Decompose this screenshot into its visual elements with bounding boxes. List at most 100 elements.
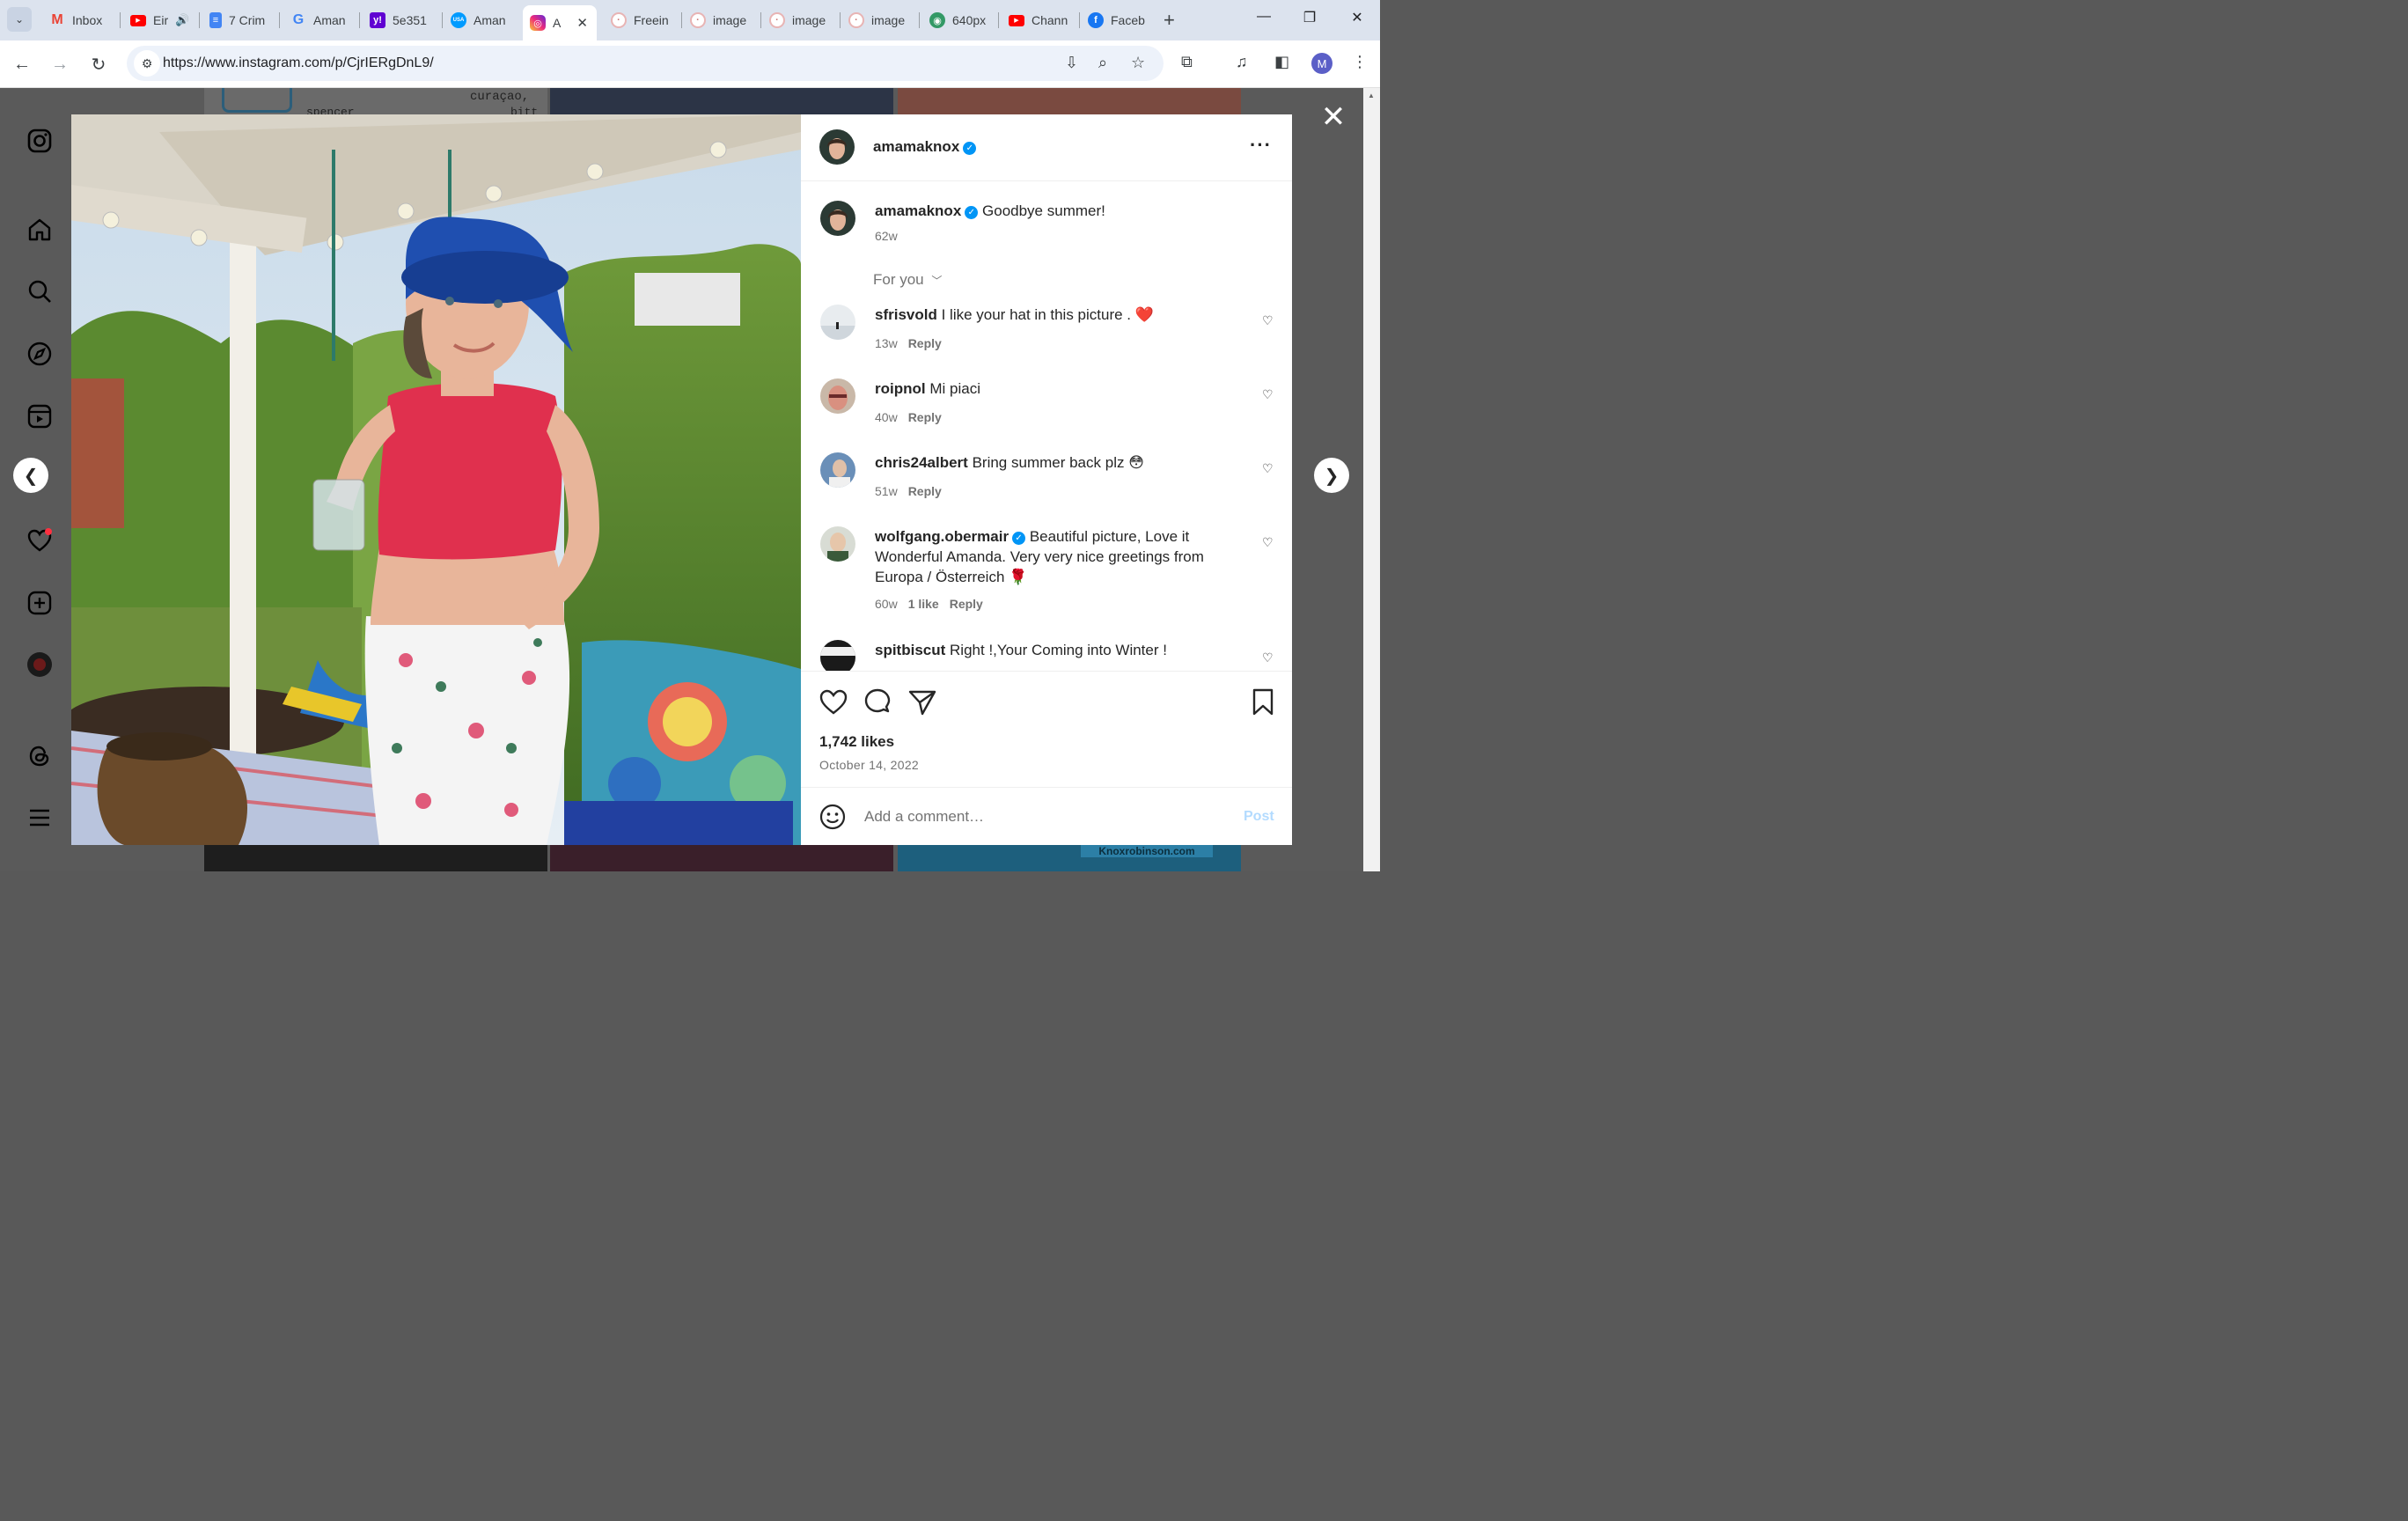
restore-button[interactable]: ❐	[1292, 9, 1327, 26]
tab-yahoo[interactable]: y! 5e351	[363, 5, 438, 35]
comment-bubble-icon[interactable]	[863, 687, 892, 717]
sort-comments-dropdown[interactable]: For you ﹀	[873, 271, 942, 289]
profile-avatar[interactable]: M	[1311, 53, 1332, 74]
previous-post-button[interactable]: ❮	[13, 458, 48, 493]
like-comment-icon[interactable]: ♡	[1262, 387, 1274, 402]
verified-badge-icon: ✓	[965, 206, 979, 219]
reply-button[interactable]: Reply	[950, 597, 983, 611]
emoji-picker-icon[interactable]	[819, 804, 846, 830]
like-comment-icon[interactable]: ♡	[1262, 461, 1274, 476]
commenter-avatar[interactable]	[820, 526, 855, 562]
create-icon[interactable]	[25, 588, 55, 618]
back-button[interactable]: ←	[9, 51, 35, 77]
reload-button[interactable]: ↻	[85, 51, 112, 77]
like-heart-icon[interactable]	[819, 687, 848, 717]
comment-username[interactable]: spitbiscut	[875, 642, 945, 658]
media-control-icon[interactable]: ♫	[1236, 53, 1248, 71]
install-app-icon[interactable]: ⇩	[1065, 54, 1078, 72]
home-icon[interactable]	[25, 215, 55, 245]
forward-button[interactable]: →	[47, 51, 73, 77]
bookmark-star-icon[interactable]: ☆	[1131, 54, 1145, 72]
minimize-button[interactable]: —	[1246, 9, 1281, 25]
save-bookmark-icon[interactable]	[1248, 687, 1278, 717]
more-menu-icon[interactable]	[25, 803, 55, 833]
post-comment-button[interactable]: Post	[1244, 809, 1274, 825]
comment-username[interactable]: chris24albert	[875, 454, 968, 471]
comment-likes[interactable]: 1 like	[908, 597, 939, 611]
share-send-icon[interactable]	[907, 687, 937, 717]
reply-button[interactable]: Reply	[908, 484, 942, 498]
tab-inbox[interactable]: M Inbox	[42, 5, 113, 35]
author-avatar[interactable]	[820, 201, 855, 236]
next-post-button[interactable]: ❯	[1314, 458, 1349, 493]
tab-facebook[interactable]: f Faceb	[1081, 5, 1156, 35]
tab-wikimedia[interactable]: ◉ 640px	[922, 5, 996, 35]
caption-age: 62w	[875, 229, 898, 243]
instagram-logo-icon[interactable]	[25, 126, 55, 156]
commenter-avatar[interactable]	[820, 640, 855, 671]
comment-username[interactable]: wolfgang.obermair	[875, 528, 1009, 545]
notifications-heart-icon[interactable]	[25, 525, 55, 555]
tab-image-3[interactable]: · image	[841, 5, 915, 35]
author-username[interactable]: amamaknox	[873, 138, 959, 155]
author-avatar[interactable]	[819, 129, 855, 165]
url-text[interactable]: https://www.instagram.com/p/CjrIERgDnL9/	[163, 55, 434, 71]
bg-snippet: curaçao,	[470, 90, 530, 104]
like-comment-icon[interactable]: ♡	[1262, 535, 1274, 550]
comment-username[interactable]: roipnol	[875, 380, 926, 397]
youtube-icon: ▶	[1009, 14, 1024, 26]
likes-count[interactable]: 1,742 likes	[819, 733, 894, 751]
like-comment-icon[interactable]: ♡	[1262, 313, 1274, 328]
reels-icon[interactable]	[25, 401, 55, 431]
search-icon[interactable]	[25, 276, 55, 306]
page-scrollbar[interactable]: ▲	[1363, 88, 1380, 871]
tab-freein[interactable]: · Freein	[604, 5, 678, 35]
close-tab-icon[interactable]: ✕	[576, 15, 588, 31]
comment-text: I like your hat in this picture .	[941, 306, 1135, 323]
close-window-button[interactable]: ✕	[1340, 9, 1375, 26]
chevron-down-icon: ﹀	[931, 275, 943, 287]
comment-username[interactable]: sfrisvold	[875, 306, 937, 323]
zoom-icon[interactable]: ⌕	[1098, 54, 1107, 72]
browser-toolbar: ← → ↻ ⚙ https://www.instagram.com/p/CjrI…	[0, 40, 1380, 88]
instagram-icon: ◎	[530, 15, 546, 31]
comment-item: roipnol Mi piaci 40w Reply ♡	[820, 378, 1278, 431]
comment-emoji: 😳	[1128, 454, 1144, 471]
tab-youtube-2[interactable]: ▶ Chann	[1002, 5, 1076, 35]
reply-button[interactable]: Reply	[908, 336, 942, 350]
post-details-panel: amamaknox ✓ ··· amamaknox ✓ Goodbye summer…	[801, 114, 1292, 845]
comment-age: 60w	[875, 597, 898, 611]
tab-instagram-active[interactable]: ◎ A ✕	[523, 5, 597, 40]
tab-image-2[interactable]: · image	[762, 5, 836, 35]
new-tab-button[interactable]: +	[1164, 9, 1175, 32]
menu-kebab-icon[interactable]: ⋮	[1352, 53, 1368, 71]
gmail-icon: M	[51, 12, 63, 27]
explore-icon[interactable]	[25, 339, 55, 369]
threads-icon[interactable]	[25, 741, 55, 771]
commenter-avatar[interactable]	[820, 452, 855, 488]
site-info-icon[interactable]: ⚙	[134, 50, 160, 77]
tab-search-button[interactable]: ⌄	[7, 7, 32, 32]
tab-google[interactable]: G Aman	[283, 5, 356, 35]
commenter-avatar[interactable]	[820, 378, 855, 414]
tab-docs[interactable]: ≡ 7 Crim	[202, 5, 275, 35]
caption-username[interactable]: amamaknox	[875, 202, 961, 219]
address-bar[interactable]: ⚙ https://www.instagram.com/p/CjrIERgDnL…	[127, 46, 1164, 81]
generic-image-icon: ·	[769, 12, 785, 28]
tab-image-1[interactable]: · image	[683, 5, 757, 35]
reply-button[interactable]: Reply	[908, 410, 942, 424]
post-date: October 14, 2022	[819, 758, 919, 772]
commenter-avatar[interactable]	[820, 305, 855, 340]
more-options-icon[interactable]: ···	[1250, 134, 1272, 157]
side-panel-icon[interactable]: ◧	[1274, 53, 1289, 71]
tab-youtube-1[interactable]: ▶ Eir 🔊	[123, 5, 194, 35]
speaker-icon[interactable]: 🔊	[175, 13, 189, 27]
post-photo[interactable]	[71, 114, 801, 845]
like-comment-icon[interactable]: ♡	[1262, 650, 1274, 665]
extensions-icon[interactable]: ⧉	[1181, 53, 1193, 71]
tab-usatoday[interactable]: USA Aman	[444, 5, 519, 35]
profile-avatar-icon[interactable]	[25, 650, 55, 680]
youtube-icon: ▶	[130, 14, 146, 26]
add-comment-input[interactable]: Add a comment…	[864, 808, 984, 826]
close-modal-button[interactable]: ✕	[1320, 102, 1347, 132]
